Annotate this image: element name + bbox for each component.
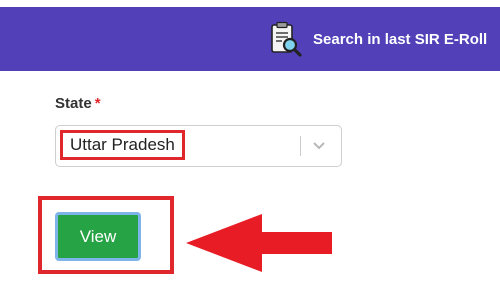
search-last-sir-eroll-button[interactable]: Search in last SIR E-Roll	[268, 21, 487, 57]
header-bar: Search in last SIR E-Roll	[0, 7, 500, 71]
state-selected-value: Uttar Pradesh	[60, 130, 185, 160]
chevron-down-icon[interactable]	[311, 139, 327, 153]
pointer-arrow-icon	[186, 214, 332, 272]
search-last-sir-eroll-label: Search in last SIR E-Roll	[313, 30, 488, 48]
clipboard-search-icon	[268, 21, 302, 57]
required-marker: *	[94, 95, 101, 112]
select-separator	[300, 136, 301, 156]
state-label-text: State	[55, 95, 92, 112]
state-select[interactable]: Uttar Pradesh	[55, 125, 342, 167]
state-field-label: State *	[55, 95, 101, 112]
view-button[interactable]: View	[55, 212, 141, 261]
